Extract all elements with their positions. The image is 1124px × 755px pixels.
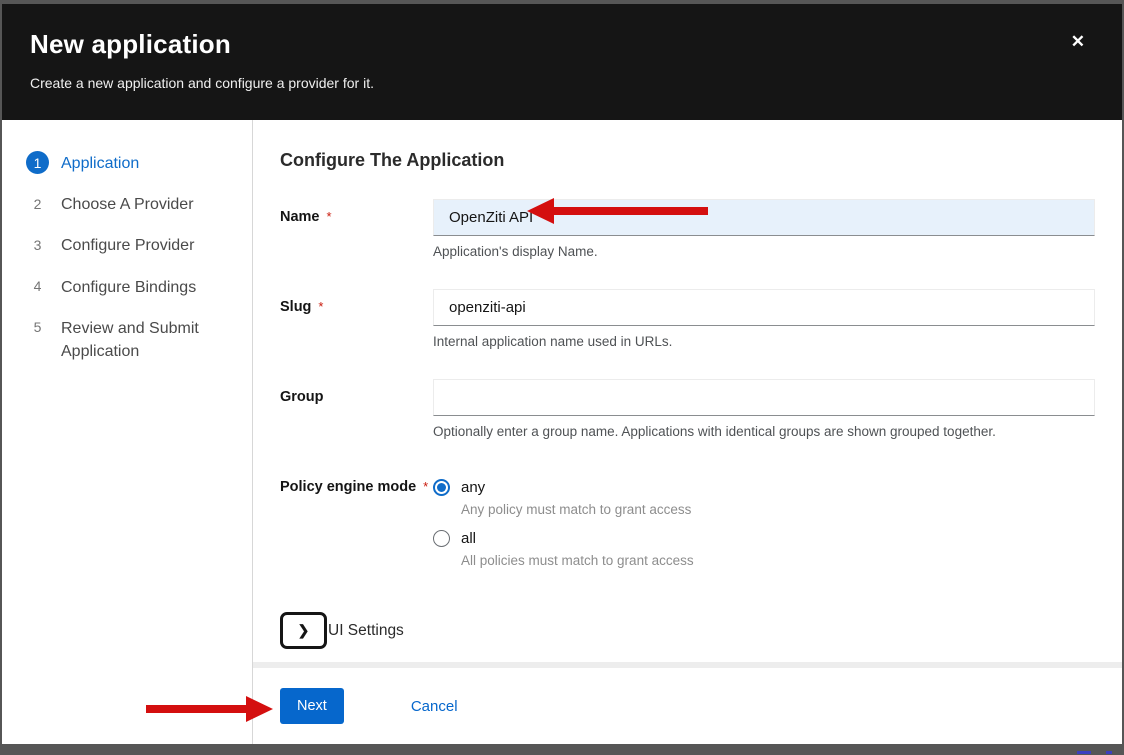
name-helper-text: Application's display Name. xyxy=(433,244,1095,259)
policy-engine-mode-row: Policy engine mode* any Any policy must … xyxy=(280,469,1095,568)
radio-unselected-icon xyxy=(433,530,450,547)
wizard-step-application[interactable]: 1 Application xyxy=(26,143,238,183)
required-asterisk: * xyxy=(327,209,332,224)
slug-label: Slug* xyxy=(280,289,433,349)
policy-engine-mode-label: Policy engine mode* xyxy=(280,469,433,568)
step-number: 1 xyxy=(26,151,49,174)
step-label: Configure Provider xyxy=(61,233,194,257)
step-number: 2 xyxy=(26,192,49,215)
group-field[interactable] xyxy=(433,379,1095,416)
step-label: Configure Bindings xyxy=(61,275,196,299)
wizard-step-review-submit[interactable]: 5 Review and Submit Application xyxy=(26,308,238,371)
group-helper-text: Optionally enter a group name. Applicati… xyxy=(433,424,1095,439)
slug-field[interactable] xyxy=(433,289,1095,326)
background-page-fragment xyxy=(1077,751,1091,754)
next-button[interactable]: Next xyxy=(280,688,344,724)
wizard-main-panel: Configure The Application Name* Applicat… xyxy=(253,120,1122,744)
step-label: Review and Submit Application xyxy=(61,316,238,363)
wizard-step-configure-bindings[interactable]: 4 Configure Bindings xyxy=(26,267,238,307)
modal-header: New application Create a new application… xyxy=(2,4,1122,120)
policy-mode-any-radio[interactable]: any xyxy=(433,479,1095,496)
modal-description: Create a new application and configure a… xyxy=(30,75,1082,91)
name-field[interactable] xyxy=(433,199,1095,236)
form-content: Configure The Application Name* Applicat… xyxy=(253,120,1122,662)
slug-helper-text: Internal application name used in URLs. xyxy=(433,334,1095,349)
policy-mode-all-radio[interactable]: all xyxy=(433,530,1095,547)
new-application-modal: New application Create a new application… xyxy=(2,4,1122,744)
page-title: Configure The Application xyxy=(280,150,1095,171)
slug-form-row: Slug* Internal application name used in … xyxy=(280,289,1095,349)
step-number: 3 xyxy=(26,233,49,256)
cancel-link[interactable]: Cancel xyxy=(411,698,458,715)
ui-settings-expandable: ❯ UI Settings xyxy=(280,612,1095,649)
required-asterisk: * xyxy=(318,299,323,314)
modal-body: 1 Application 2 Choose A Provider 3 Conf… xyxy=(2,120,1122,744)
wizard-step-choose-provider[interactable]: 2 Choose A Provider xyxy=(26,184,238,224)
wizard-step-configure-provider[interactable]: 3 Configure Provider xyxy=(26,225,238,265)
step-number: 4 xyxy=(26,275,49,298)
chevron-right-icon[interactable]: ❯ xyxy=(280,612,327,649)
step-label: Application xyxy=(61,151,139,175)
step-label: Choose A Provider xyxy=(61,192,194,216)
close-icon[interactable]: ✕ xyxy=(1071,33,1085,50)
policy-mode-any-helper: Any policy must match to grant access xyxy=(461,502,1095,517)
wizard-step-nav: 1 Application 2 Choose A Provider 3 Conf… xyxy=(2,120,253,744)
policy-mode-all-helper: All policies must match to grant access xyxy=(461,553,1095,568)
group-label: Group xyxy=(280,379,433,439)
radio-selected-icon xyxy=(433,479,450,496)
background-page-fragment xyxy=(1106,751,1112,754)
name-label: Name* xyxy=(280,199,433,259)
name-form-row: Name* Application's display Name. xyxy=(280,199,1095,259)
group-form-row: Group Optionally enter a group name. App… xyxy=(280,379,1095,439)
modal-title: New application xyxy=(30,29,1082,60)
step-number: 5 xyxy=(26,316,49,339)
required-asterisk: * xyxy=(423,479,428,494)
ui-settings-label: UI Settings xyxy=(328,622,404,640)
modal-footer: Next Cancel xyxy=(253,668,1122,744)
